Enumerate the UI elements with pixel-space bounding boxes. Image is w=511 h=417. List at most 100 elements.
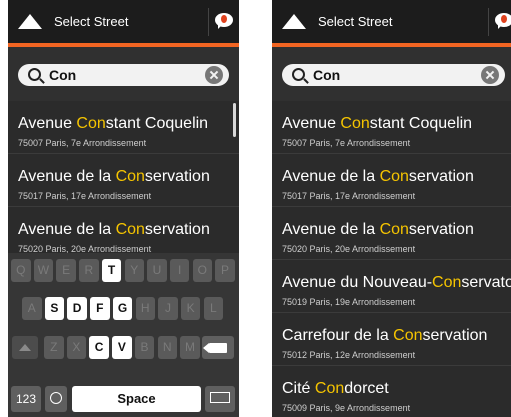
key-r: R — [79, 259, 99, 282]
street-name-prefix: Avenue — [282, 115, 341, 132]
list-item[interactable]: Avenue Constant Coquelin 75007 Paris, 7e … — [8, 101, 239, 154]
street-name-match: Con — [379, 168, 409, 185]
street-address: 75017 Paris, 17e Arrondissement — [282, 191, 416, 201]
globe-icon[interactable] — [45, 386, 67, 412]
scrollbar[interactable] — [233, 103, 236, 137]
street-name: Avenue du Nouveau-Conservatoire — [282, 274, 511, 292]
key-b: B — [134, 336, 155, 359]
key-v[interactable]: V — [112, 336, 132, 359]
list-item[interactable]: Avenue de la Conservation 75020 Paris, 20… — [272, 207, 511, 260]
space-key[interactable]: Space — [72, 386, 201, 412]
key-t[interactable]: T — [101, 259, 122, 282]
street-name-suffix: servatoire — [461, 274, 511, 291]
key-e: E — [56, 259, 76, 282]
key-i: I — [169, 259, 190, 282]
results-list: Avenue Constant Coquelin 75007 Paris, 7e … — [272, 101, 511, 417]
numbers-key[interactable]: 123 — [11, 386, 41, 412]
street-name-prefix: Cité — [282, 380, 315, 397]
street-name-match: Con — [340, 115, 370, 132]
list-item[interactable]: Avenue Constant Coquelin 75007 Paris, 7e … — [272, 101, 511, 154]
shift-icon[interactable] — [12, 336, 38, 359]
street-name-match: Con — [115, 168, 145, 185]
clear-icon[interactable] — [481, 66, 499, 84]
header: Select Street — [8, 0, 239, 43]
search-area: Con — [272, 47, 511, 101]
street-name-suffix: servation — [408, 221, 474, 238]
street-name-suffix: servation — [422, 327, 488, 344]
street-name-match: Con — [314, 380, 345, 397]
key-p: P — [215, 259, 235, 282]
key-c[interactable]: C — [89, 336, 109, 359]
street-name: Avenue Constant Coquelin — [282, 115, 472, 133]
screen-right: Select Street Con Avenue Constant Coquel… — [272, 0, 511, 417]
street-address: 75007 Paris, 7e Arrondissement — [282, 138, 411, 148]
street-name-prefix: Avenue de la — [282, 221, 380, 238]
screen-left: Select Street Con Avenue Constant Coquel… — [8, 0, 239, 417]
key-u: U — [147, 259, 167, 282]
search-query[interactable]: Con — [49, 67, 76, 83]
street-address: 75012 Paris, 12e Arrondissement — [282, 350, 416, 360]
street-name: Avenue de la Conservation — [18, 168, 210, 186]
key-g[interactable]: G — [112, 297, 133, 320]
street-name-match: Con — [432, 274, 462, 291]
key-n: N — [157, 336, 177, 359]
street-name-suffix: dorcet — [344, 380, 389, 397]
key-k: K — [180, 297, 201, 320]
street-address: 75009 Paris, 9e Arrondissement — [282, 403, 411, 413]
search-icon — [28, 68, 41, 81]
key-f[interactable]: F — [90, 297, 110, 320]
header-divider — [488, 8, 489, 36]
key-a: A — [22, 297, 42, 320]
street-address: 75019 Paris, 19e Arrondissement — [282, 297, 416, 307]
street-name: Cité Condorcet — [282, 380, 389, 398]
list-item[interactable]: Avenue de la Conservation 75017 Paris, 17… — [272, 154, 511, 207]
list-item[interactable]: Avenue de la Conservation 75017 Paris, 17… — [8, 154, 239, 207]
search-query[interactable]: Con — [313, 67, 340, 83]
list-item[interactable]: Carrefour de la Conservation 75012 Paris,… — [272, 313, 511, 366]
street-name-prefix: Avenue — [18, 115, 77, 132]
street-name-prefix: Avenue du Nouveau- — [282, 274, 433, 291]
street-name-match: Con — [393, 327, 423, 344]
list-item[interactable]: Avenue du Nouveau-Conservatoire 75019 Par… — [272, 260, 511, 313]
navigation-arrow-icon[interactable] — [18, 14, 42, 29]
key-q: Q — [11, 259, 31, 282]
key-x: X — [66, 336, 87, 359]
key-z: Z — [44, 336, 64, 359]
backspace-icon[interactable] — [202, 336, 234, 359]
street-name: Avenue Constant Coquelin — [18, 115, 208, 133]
street-name-match: Con — [115, 221, 145, 238]
street-name-suffix: servation — [408, 168, 474, 185]
chat-bubble-icon[interactable] — [215, 13, 233, 29]
key-y: Y — [124, 259, 144, 282]
navigation-arrow-icon[interactable] — [282, 14, 306, 29]
key-o: O — [192, 259, 213, 282]
key-w: W — [33, 259, 54, 282]
key-d[interactable]: D — [67, 297, 87, 320]
street-address: 75020 Paris, 20e Arrondissement — [282, 244, 416, 254]
key-j: J — [158, 297, 178, 320]
search-icon — [292, 68, 305, 81]
street-name-suffix: servation — [144, 221, 210, 238]
street-name-suffix: stant Coquelin — [369, 115, 473, 132]
street-name-suffix: servation — [144, 168, 210, 185]
search-area: Con — [8, 47, 239, 101]
list-item[interactable]: Cité Condorcet 75009 Paris, 9e Arrondisse… — [272, 366, 511, 417]
search-input[interactable]: Con — [18, 64, 229, 86]
street-address: 75007 Paris, 7e Arrondissement — [18, 138, 147, 148]
keyboard-hide-icon[interactable] — [205, 386, 235, 412]
street-name-suffix: stant Coquelin — [105, 115, 209, 132]
on-screen-keyboard: Q W E R T Y U I O P A S D F G H J K L Z X C V B N M 123 Space — [8, 253, 239, 417]
page-title: Select Street — [318, 14, 393, 29]
clear-icon[interactable] — [205, 66, 223, 84]
street-name-prefix: Avenue de la — [18, 221, 116, 238]
key-m: M — [180, 336, 200, 359]
search-input[interactable]: Con — [282, 64, 505, 86]
street-name-prefix: Avenue de la — [18, 168, 116, 185]
street-name: Avenue de la Conservation — [18, 221, 210, 239]
street-name-prefix: Carrefour de la — [282, 327, 394, 344]
key-s[interactable]: S — [44, 297, 65, 320]
street-name-match: Con — [379, 221, 409, 238]
key-h: H — [135, 297, 155, 320]
chat-bubble-icon[interactable] — [495, 13, 511, 29]
street-name: Carrefour de la Conservation — [282, 327, 487, 345]
